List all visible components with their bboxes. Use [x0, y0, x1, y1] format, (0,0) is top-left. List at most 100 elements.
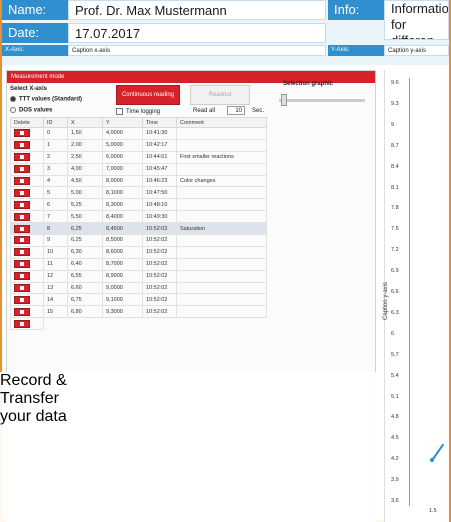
table-row[interactable]: 8 6,25 8,4500 10:52:02 Saturation [10, 222, 267, 236]
cell-comment [176, 245, 267, 259]
delete-cell [10, 305, 44, 319]
table-row[interactable]: 14 6,75 9,1000 10:52:02 [10, 293, 267, 307]
table-row[interactable]: 13 6,60 9,0000 10:52:02 [10, 281, 267, 295]
interval-field[interactable]: 10 [227, 106, 245, 115]
cell-id: 6 [43, 198, 68, 212]
table-row[interactable]: 12 6,55 8,9000 10:52:02 [10, 269, 267, 283]
radio-selected-icon [10, 96, 16, 102]
delete-icon[interactable] [14, 248, 30, 257]
slider-track [279, 99, 365, 102]
delete-cell [10, 234, 44, 247]
yaxis-caption-field[interactable]: Caption y-axis [384, 45, 449, 56]
table-row[interactable]: 4 4,50 8,0000 10:46:23 Color changes [10, 174, 267, 188]
delete-icon[interactable] [14, 260, 30, 269]
chart-area: Caption y-axis 1.5 9.6 9.3 9 8.7 8.4 8.1 7.8 7.… [383, 70, 449, 522]
table-row[interactable]: 7 5,50 8,4000 10:49:30 [10, 210, 267, 224]
cell-time: 10:45:47 [142, 162, 177, 176]
readout-button[interactable]: Readout [190, 85, 250, 105]
cell-comment [176, 198, 267, 212]
cell-x: 2,50 [67, 150, 103, 164]
delete-cell [10, 150, 44, 164]
x-tick-label: 1.5 [429, 508, 437, 514]
delete-cell [10, 198, 44, 212]
delete-icon[interactable] [14, 141, 30, 150]
cell-comment [176, 305, 267, 319]
y-tick-label: 8.7 [391, 142, 399, 149]
cell-comment [176, 293, 267, 307]
cell-id: 0 [43, 127, 68, 140]
interval-unit: Sec. [252, 108, 265, 114]
selection-slider[interactable] [279, 91, 365, 111]
table-row[interactable]: 0 1,50 4,0000 10:41:30 [10, 127, 267, 140]
table-row[interactable]: 11 6,40 8,7000 10:52:02 [10, 257, 267, 271]
y-tick-label: 3.6 [391, 498, 399, 504]
delete-icon[interactable] [14, 165, 30, 174]
table-row[interactable]: 9 6,25 8,5000 10:52:02 [10, 234, 267, 247]
cell-id: 11 [43, 257, 68, 271]
delete-icon[interactable] [14, 236, 30, 245]
delete-cell [10, 162, 44, 176]
cell-id: 12 [43, 269, 68, 283]
y-tick-label: 4.2 [391, 456, 399, 463]
name-field[interactable]: Prof. Dr. Max Mustermann [68, 0, 326, 20]
delete-icon[interactable] [14, 307, 30, 316]
slider-thumb[interactable] [281, 94, 287, 106]
table-row[interactable]: 6 5,25 8,3000 10:48:10 [10, 198, 267, 212]
cell-time: 10:52:02 [142, 305, 177, 319]
delete-icon[interactable] [14, 177, 30, 185]
delete-cell [10, 281, 44, 295]
y-tick-label: 6.9 [391, 268, 399, 275]
table-row[interactable]: 10 6,30 8,6000 10:52:02 [10, 245, 267, 259]
cell-id: 15 [43, 305, 68, 319]
xaxis-caption-field[interactable]: Caption x-axis [68, 45, 326, 56]
cell-x: 6,25 [67, 222, 103, 236]
col-comment: Comment [176, 117, 267, 128]
radio-dos[interactable]: DOS values [10, 107, 52, 114]
delete-icon[interactable] [14, 212, 30, 221]
yaxis-label: Y-Axis: [328, 45, 384, 56]
delete-cell [10, 210, 44, 224]
table-row[interactable]: 5 5,00 8,1000 10:47:50 [10, 186, 267, 200]
cell-time: 10:52:02 [142, 257, 177, 271]
time-logging-toggle[interactable]: Time logging [116, 108, 160, 115]
table-row[interactable]: 3 4,00 7,0000 10:45:47 [10, 162, 267, 176]
y-tick-label: 6.3 [391, 309, 399, 316]
delete-icon[interactable] [14, 188, 30, 197]
table-row[interactable]: 2 2,50 6,0000 10:44:01 First smaller reactio… [10, 150, 267, 164]
delete-icon[interactable] [14, 200, 30, 209]
checkbox-icon [116, 108, 123, 115]
cell-x: 1,50 [67, 127, 103, 140]
col-time: Time [142, 117, 177, 128]
info-field[interactable]: Information for differen [384, 0, 449, 40]
delete-icon[interactable] [14, 272, 30, 281]
interval-input[interactable]: 10 [227, 106, 245, 115]
cell-y: 9,1000 [102, 293, 143, 307]
radio-unselected-icon [10, 107, 16, 113]
cell-y: 8,4500 [102, 222, 143, 236]
y-axis-title: Caption y-axis [383, 281, 390, 321]
cell-id: 5 [43, 186, 68, 200]
table-row-new[interactable] [10, 317, 267, 331]
cell-id: 8 [43, 222, 68, 236]
delete-icon[interactable] [14, 295, 30, 304]
continuous-reading-button[interactable]: Continuous reading [116, 85, 180, 105]
delete-icon[interactable] [14, 319, 30, 328]
radio-ttt[interactable]: TTT values (Standard) [10, 96, 82, 103]
cell-y: 9,0000 [102, 281, 143, 295]
cell-time: 10:41:30 [142, 127, 177, 140]
cell-comment: Saturation [176, 222, 267, 236]
delete-icon[interactable] [14, 224, 30, 233]
cell-comment [176, 234, 267, 247]
table-row[interactable]: 1 2,00 5,0000 10:42:17 [10, 138, 267, 152]
delete-icon[interactable] [14, 284, 30, 293]
date-field[interactable]: 17.07.2017 [68, 23, 326, 43]
cell-x: 4,50 [67, 174, 103, 188]
cell-comment [176, 210, 267, 224]
cell-y: 9,3000 [102, 305, 143, 319]
table-row[interactable]: 15 6,80 9,3000 10:52:02 [10, 305, 267, 319]
delete-icon[interactable] [14, 129, 30, 138]
cell-y: 7,0000 [102, 162, 143, 176]
selection-graphic-label: Selection graphic [283, 81, 334, 87]
cell-id: 3 [43, 162, 68, 176]
delete-icon[interactable] [14, 153, 30, 162]
